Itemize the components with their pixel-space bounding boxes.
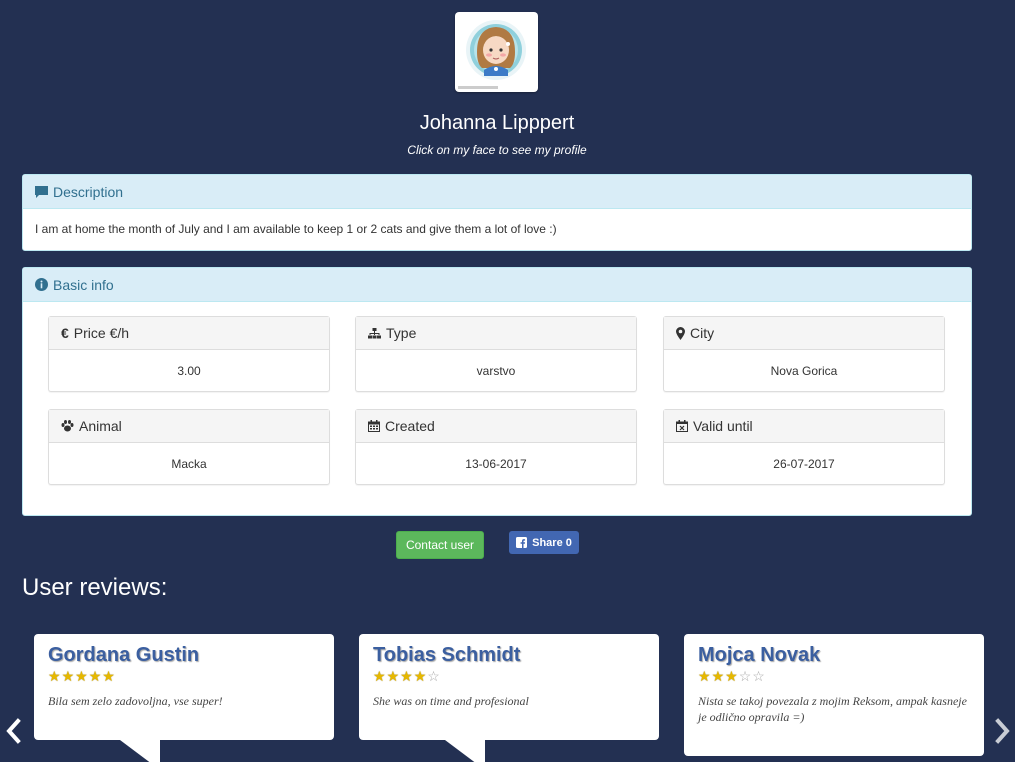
- price-label: Price €/h: [73, 325, 130, 341]
- basic-info-panel: Basic info € Price €/h 3.00 Type varstvo: [22, 267, 972, 516]
- city-card-header: City: [664, 317, 944, 350]
- speech-bubble-tail: [445, 740, 485, 762]
- created-label: Created: [385, 418, 435, 434]
- price-card: € Price €/h 3.00: [48, 316, 330, 392]
- animal-card: Animal Macka: [48, 409, 330, 485]
- description-heading-label: Description: [53, 183, 124, 200]
- star-filled-icon: ★: [413, 668, 428, 684]
- reviewer-name: Mojca Novak: [698, 644, 821, 666]
- map-marker-icon: [676, 326, 685, 340]
- paw-icon: [61, 420, 74, 432]
- created-card-header: Created: [356, 410, 636, 443]
- basic-info-heading-label: Basic info: [53, 276, 114, 293]
- star-filled-icon: ★: [102, 668, 116, 684]
- comment-icon: [35, 185, 48, 198]
- type-card: Type varstvo: [355, 316, 637, 392]
- city-card: City Nova Gorica: [663, 316, 945, 392]
- euro-icon: €: [61, 325, 69, 341]
- city-label: City: [690, 325, 715, 341]
- profile-hint: Click on my face to see my profile: [407, 143, 587, 157]
- star-filled-icon: ★: [386, 668, 401, 684]
- star-filled-icon: ★: [48, 668, 62, 684]
- animal-card-header: Animal: [49, 410, 329, 443]
- description-heading: Description: [23, 175, 971, 209]
- share-label: Share 0: [532, 536, 572, 549]
- animal-value: Macka: [171, 456, 207, 471]
- rating-stars: ★★★★★: [48, 668, 320, 684]
- reviewer-name: Tobias Schmidt: [373, 644, 521, 666]
- star-empty-icon: ☆: [427, 668, 441, 684]
- review-text: She was on time and profesional: [373, 694, 529, 708]
- facebook-icon: [516, 537, 528, 548]
- star-empty-icon: ☆: [738, 668, 753, 684]
- type-label: Type: [386, 325, 417, 341]
- avatar-illustration: [458, 20, 526, 89]
- reviewer-name: Gordana Gustin: [48, 644, 200, 666]
- review-text: Bila sem zelo zadovoljna, vse super!: [48, 694, 223, 708]
- reviews-title: User reviews:: [22, 574, 168, 601]
- star-filled-icon: ★: [61, 668, 76, 684]
- type-value: varstvo: [476, 363, 516, 378]
- star-filled-icon: ★: [698, 668, 712, 684]
- star-filled-icon: ★: [88, 668, 103, 684]
- star-filled-icon: ★: [75, 668, 89, 684]
- valid-until-value: 26-07-2017: [773, 456, 835, 471]
- review-card[interactable]: Mojca Novak ★★★☆☆ Nista se takoj povezal…: [684, 634, 984, 756]
- price-value: 3.00: [177, 363, 201, 378]
- facebook-share-button[interactable]: Share 0: [509, 531, 579, 554]
- info-circle-icon: [35, 278, 48, 291]
- type-card-header: Type: [356, 317, 636, 350]
- review-card[interactable]: Gordana Gustin ★★★★★ Bila sem zelo zadov…: [34, 634, 334, 762]
- profile-name: Johanna Lipppert: [419, 112, 575, 134]
- carousel-next-button[interactable]: [992, 718, 1012, 744]
- calendar-times-icon: [676, 420, 688, 432]
- calendar-icon: [368, 420, 380, 432]
- rating-stars: ★★★☆☆: [698, 668, 970, 684]
- created-value: 13-06-2017: [465, 456, 527, 471]
- chevron-right-icon: [995, 718, 1010, 744]
- carousel-prev-button[interactable]: [4, 718, 24, 744]
- chevron-left-icon: [6, 718, 21, 744]
- price-card-header: € Price €/h: [49, 317, 329, 350]
- speech-bubble-tail: [120, 740, 160, 762]
- description-panel: Description I am at home the month of Ju…: [22, 174, 972, 251]
- star-filled-icon: ★: [373, 668, 387, 684]
- profile-avatar[interactable]: [455, 12, 538, 92]
- basic-info-heading: Basic info: [23, 268, 971, 302]
- city-value: Nova Gorica: [770, 363, 838, 378]
- star-filled-icon: ★: [400, 668, 414, 684]
- review-card[interactable]: Tobias Schmidt ★★★★☆ She was on time and…: [359, 634, 659, 762]
- review-text: Nista se takoj povezala z mojim Reksom, …: [698, 694, 967, 724]
- star-empty-icon: ☆: [752, 668, 766, 684]
- valid-until-label: Valid until: [693, 418, 753, 434]
- valid-until-card: Valid until 26-07-2017: [663, 409, 945, 485]
- valid-until-card-header: Valid until: [664, 410, 944, 443]
- star-filled-icon: ★: [711, 668, 726, 684]
- sitemap-icon: [368, 327, 381, 338]
- contact-user-button[interactable]: Contact user: [396, 531, 484, 559]
- star-filled-icon: ★: [725, 668, 739, 684]
- description-text: I am at home the month of July and I am …: [35, 222, 557, 236]
- rating-stars: ★★★★☆: [373, 668, 645, 684]
- animal-label: Animal: [79, 418, 122, 434]
- created-card: Created 13-06-2017: [355, 409, 637, 485]
